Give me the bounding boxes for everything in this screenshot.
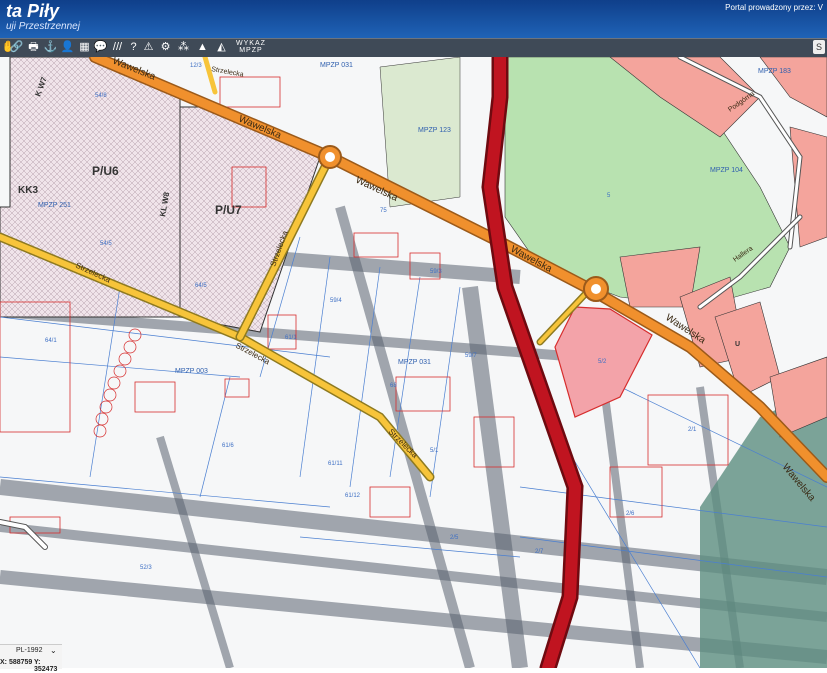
comment-icon[interactable]: 💬 (93, 40, 108, 55)
y-coordinate: Y: 352473 (34, 659, 58, 673)
parcel-number: 61/11 (328, 461, 343, 467)
link-icon[interactable]: 🔗 (9, 40, 24, 55)
network-icon[interactable]: ⁂ (176, 40, 191, 55)
portal-operator-text: Portal prowadzony przez: V (725, 3, 823, 12)
table-icon[interactable]: ▦ (77, 40, 92, 55)
parcel-number: 2/6 (626, 511, 635, 517)
parcel-number: 75 (380, 208, 387, 214)
page-subtitle: uji Przestrzennej (6, 21, 80, 32)
hatch-icon[interactable]: /// (110, 40, 125, 55)
parcel-number: 59/7 (465, 353, 477, 359)
mpzp-label: MPZP 031 (398, 359, 431, 366)
user-icon[interactable]: 👤 (60, 40, 75, 55)
parcel-number: 12/3 (190, 63, 202, 69)
map-canvas[interactable]: Wawelska Wawelska Wawelska Wawelska Wawe… (0, 57, 827, 668)
mpzp-label: MPZP 183 (758, 68, 791, 75)
parcel-number: 68 (390, 383, 397, 389)
parcel-number: 52/3 (140, 565, 152, 571)
search-button[interactable]: S (813, 40, 825, 54)
crs-select[interactable]: PL-1992 (16, 647, 42, 654)
help-icon[interactable]: ? (126, 40, 141, 55)
parcel-number: 5/2 (598, 359, 607, 365)
parcel-number: 59/4 (330, 298, 342, 304)
mpzp-label: MPZP 003 (175, 368, 208, 375)
parcel-number: 64/1 (45, 338, 57, 344)
layers-icon[interactable]: ◭ (214, 40, 229, 55)
parcel-number: 5/1 (430, 448, 439, 454)
parcel-number: 64/5 (195, 283, 207, 289)
chevron-down-icon[interactable]: ⌄ (50, 646, 57, 655)
parcel-number: 2/1 (688, 427, 697, 433)
mpzp-label: MPZP 251 (38, 202, 71, 209)
zone-label-pu7: P/U7 (215, 203, 242, 217)
print-icon[interactable]: 🖶 (26, 40, 41, 55)
parcel-number: 2/5 (450, 535, 459, 541)
page-title: ta Piły (6, 1, 60, 21)
portal-header: ta Piły uji Przestrzennej Portal prowadz… (0, 0, 827, 38)
parcel-number: 2/7 (535, 549, 544, 555)
mpzp-label: MPZP 123 (418, 127, 451, 134)
parcel-number: 54/5 (100, 241, 112, 247)
parcel-number: 61/12 (345, 493, 361, 499)
parcel-number: 61/1 (285, 335, 297, 341)
parcel-number: 54/8 (95, 93, 107, 99)
wykaz-mpzp-button[interactable]: WYKAZ MPZP (236, 40, 266, 54)
x-coordinate: X: 588759 (0, 659, 33, 666)
parcel-number: 59/3 (430, 269, 442, 275)
parcel-number: 61/6 (222, 443, 234, 449)
zone-label-u: U (735, 341, 740, 348)
mpzp-label: MPZP 104 (710, 167, 743, 174)
zone-label-pu6: P/U6 (92, 164, 119, 178)
zone-label-kk3: KK3 (18, 185, 38, 196)
mpzp-label: MPZP 031 (320, 62, 353, 69)
map-toolbar: ✋ 🔗 🖶 ⚓ 👤 ▦ 💬 /// ? ⚠ ⚙ ⁂ ▲ ◭ WYKAZ MPZP… (0, 38, 827, 58)
anchor-icon[interactable]: ⚓ (43, 40, 58, 55)
mountain-icon[interactable]: ▲ (195, 40, 210, 55)
measure-icon[interactable]: ⚙ (158, 40, 173, 55)
warning-icon[interactable]: ⚠ (141, 40, 156, 55)
wykaz-label: WYKAZ (236, 40, 266, 47)
mpzp-label: MPZP (239, 47, 263, 54)
coordinate-panel: PL-1992 ⌄ X: 588759 Y: 352473 (0, 644, 62, 673)
